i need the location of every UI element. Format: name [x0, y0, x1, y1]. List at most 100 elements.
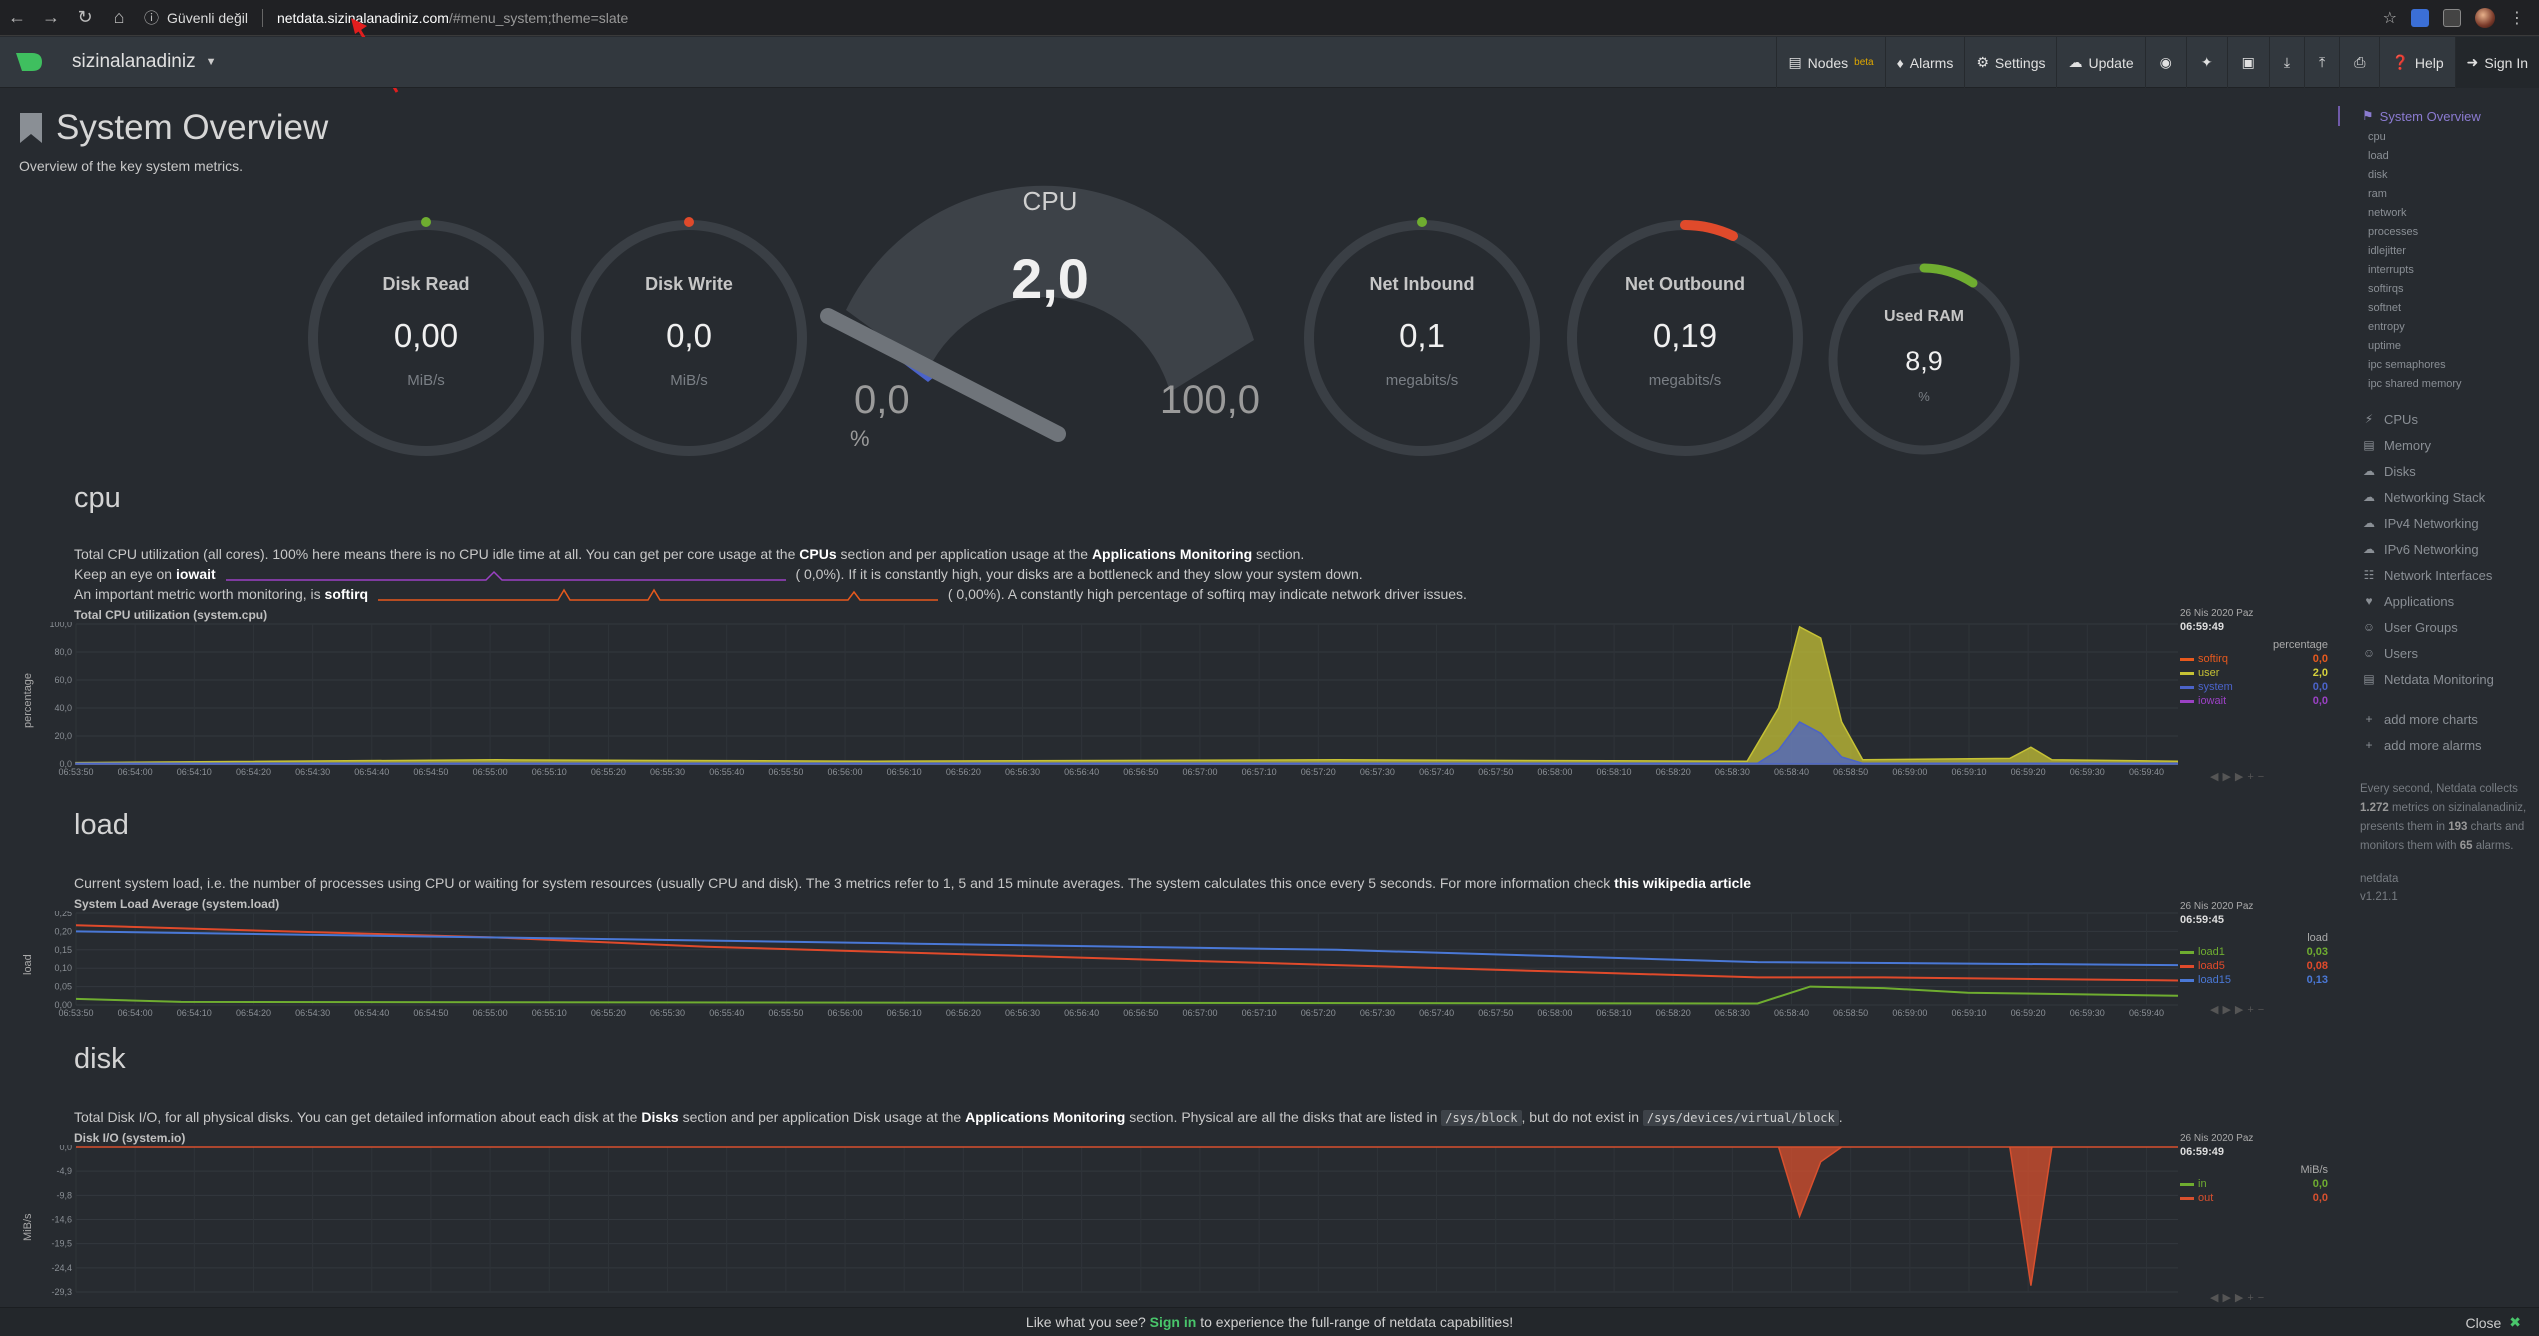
x-tick-label: 06:56:20 — [946, 767, 981, 777]
x-tick-label: 06:54:30 — [295, 1008, 330, 1018]
applications-link[interactable]: Applications Monitoring — [965, 1109, 1125, 1125]
download-button[interactable]: ⤓ — [2268, 37, 2304, 88]
back-icon[interactable]: ← — [0, 0, 34, 36]
legend-row-user[interactable]: user 2,0 — [2180, 667, 2330, 679]
menu-kebab-icon[interactable]: ⋮ — [2509, 8, 2525, 28]
banner-sign-in-link[interactable]: Sign in — [1150, 1314, 1197, 1330]
disk-read-label: Disk Read — [382, 274, 470, 294]
sidebar-section-networking-stack[interactable]: ☁ Networking Stack — [2338, 484, 2538, 510]
disk-chart-plot[interactable]: 0,0 -4,9 -9,8 -14,6 -19,5 -24,4 -29,3 — [18, 1145, 2178, 1305]
disk-read-value: 0,00 — [393, 317, 459, 354]
legend-row-out[interactable]: out 0,0 — [2180, 1192, 2330, 1204]
load-chart-plot[interactable]: 0,250,200,150,100,050,0006:53:50 06:54:00… — [18, 911, 2178, 1026]
sidebar-subitem-ipc-semaphores[interactable]: ipc semaphores — [2338, 356, 2538, 375]
x-tick-label: 06:56:50 — [1123, 767, 1158, 777]
add-more-charts[interactable]: + add more charts — [2338, 706, 2538, 732]
sidebar-section-memory[interactable]: ▤ Memory — [2338, 432, 2538, 458]
legend-row-softirq[interactable]: softirq 0,0 — [2180, 653, 2330, 665]
sign-in-button[interactable]: ➜ Sign In — [2454, 37, 2539, 88]
facebook-button[interactable]: ▣ — [2226, 37, 2269, 88]
info-icon[interactable]: ⓘ — [144, 7, 159, 28]
sidebar-section-label: CPUs — [2384, 411, 2418, 427]
load-desc-text: Current system load, i.e. the number of … — [74, 875, 1615, 891]
softirq-desc-text: An important metric worth monitoring, is — [74, 586, 325, 602]
legend-label: out — [2198, 1192, 2214, 1204]
twitter-button[interactable]: ✦ — [2185, 37, 2227, 88]
update-button[interactable]: ☁ Update — [2056, 37, 2144, 88]
legend-row-load5[interactable]: load5 0,08 — [2180, 960, 2330, 972]
sidebar-section-users[interactable]: ☺ Users — [2338, 640, 2538, 666]
section-icon: ▤ — [2363, 672, 2375, 686]
chart-controls[interactable]: ◀▶▶+− — [2210, 1003, 2268, 1016]
sidebar-subitem-uptime[interactable]: uptime — [2338, 337, 2538, 356]
translate-extension-icon[interactable] — [2411, 9, 2429, 27]
sidebar-subitem-cpu[interactable]: cpu — [2338, 128, 2538, 147]
series-out — [76, 1146, 2178, 1286]
sidebar-subitem-interrupts[interactable]: interrupts — [2338, 261, 2538, 280]
legend-row-in[interactable]: in 0,0 — [2180, 1178, 2330, 1190]
help-button[interactable]: ❓ Help — [2379, 37, 2454, 88]
banner-close-button[interactable]: Close ✖ — [2465, 1308, 2521, 1336]
sidebar-subitem-softirqs[interactable]: softirqs — [2338, 280, 2538, 299]
sidebar-subitem-load[interactable]: load — [2338, 147, 2538, 166]
wikipedia-link[interactable]: this wikipedia article — [1614, 875, 1751, 891]
sidebar-subitem-ipc-shared-memory[interactable]: ipc shared memory — [2338, 375, 2538, 394]
host-dropdown[interactable]: sizinalanadiniz ▼ — [72, 51, 216, 73]
chart-controls[interactable]: ◀▶▶+− — [2210, 1291, 2268, 1304]
legend-unit: MiB/s — [2300, 1164, 2329, 1176]
forward-icon[interactable]: → — [34, 0, 68, 36]
profile-avatar[interactable] — [2475, 8, 2495, 28]
x-tick-label: 06:54:50 — [413, 767, 448, 777]
media-extension-icon[interactable] — [2443, 9, 2461, 27]
legend-row-system[interactable]: system 0,0 — [2180, 681, 2330, 693]
x-tick-label: 06:59:00 — [1892, 1008, 1927, 1018]
home-icon[interactable]: ⌂ — [102, 0, 136, 36]
legend-row-iowait[interactable]: iowait 0,0 — [2180, 695, 2330, 707]
sidebar-section-label: Network Interfaces — [2384, 567, 2493, 583]
x-tick-label: 06:55:40 — [709, 767, 744, 777]
settings-button[interactable]: ⚙ Settings — [1964, 37, 2056, 88]
x-tick-label: 06:56:50 — [1123, 1008, 1158, 1018]
reload-icon[interactable]: ↻ — [68, 0, 102, 36]
disk-chart[interactable]: Disk I/O (system.io) MiB/s 0,0 -4,9 -9,8 -1… — [18, 1131, 2328, 1306]
sidebar-section-disks[interactable]: ☁ Disks — [2338, 458, 2538, 484]
github-button[interactable]: ◉ — [2144, 37, 2186, 88]
sidebar-section-ipv4-networking[interactable]: ☁ IPv4 Networking — [2338, 510, 2538, 536]
print-button[interactable]: ⎙ — [2339, 37, 2379, 88]
disks-link[interactable]: Disks — [641, 1109, 678, 1125]
y-tick-label: -19,5 — [51, 1239, 72, 1249]
sidebar-section-applications[interactable]: ♥ Applications — [2338, 588, 2538, 614]
netdata-logo[interactable] — [0, 37, 56, 88]
legend-row-load15[interactable]: load15 0,13 — [2180, 974, 2330, 986]
cpu-chart[interactable]: Total CPU utilization (system.cpu) perce… — [18, 608, 2328, 788]
sidebar-subitem-softnet[interactable]: softnet — [2338, 299, 2538, 318]
bookmark-star-icon[interactable]: ☆ — [2383, 8, 2397, 28]
chart-controls[interactable]: ◀▶▶+− — [2210, 770, 2268, 783]
sidebar-subitem-disk[interactable]: disk — [2338, 166, 2538, 185]
upload-button[interactable]: ⤒ — [2304, 37, 2339, 88]
sidebar-subitem-entropy[interactable]: entropy — [2338, 318, 2538, 337]
brand-name[interactable]: netdata — [2360, 870, 2528, 888]
disk-write-label: Disk Write — [645, 274, 733, 294]
sidebar-section-ipv6-networking[interactable]: ☁ IPv6 Networking — [2338, 536, 2538, 562]
question-icon: ❓ — [2391, 54, 2409, 70]
sidebar-section-cpus[interactable]: ⚡ CPUs — [2338, 406, 2538, 432]
sidebar-section-network-interfaces[interactable]: ☷ Network Interfaces — [2338, 562, 2538, 588]
sidebar-item-system-overview[interactable]: ⚑ System Overview — [2338, 104, 2538, 128]
nodes-button[interactable]: ▤ Nodes beta — [1776, 37, 1884, 88]
alarms-button[interactable]: ♦ Alarms — [1884, 37, 1965, 88]
sidebar-subitem-processes[interactable]: processes — [2338, 223, 2538, 242]
x-tick-label: 06:57:30 — [1360, 767, 1395, 777]
add-more-alarms[interactable]: + add more alarms — [2338, 732, 2538, 758]
sidebar-section-user-groups[interactable]: ☺ User Groups — [2338, 614, 2538, 640]
sidebar-section-netdata-monitoring[interactable]: ▤ Netdata Monitoring — [2338, 666, 2538, 692]
sidebar-subitem-idlejitter[interactable]: idlejitter — [2338, 242, 2538, 261]
load-chart[interactable]: System Load Average (system.load) load 0… — [18, 897, 2328, 1022]
series-load1 — [75, 985, 2178, 1005]
cpus-link[interactable]: CPUs — [799, 546, 836, 562]
sidebar-subitem-network[interactable]: network — [2338, 204, 2538, 223]
legend-row-load1[interactable]: load1 0,03 — [2180, 946, 2330, 958]
cpu-chart-plot[interactable]: 100,080,060,040,020,00,006:53:50 06:54:00… — [18, 622, 2178, 792]
applications-link[interactable]: Applications Monitoring — [1092, 546, 1252, 562]
sidebar-subitem-ram[interactable]: ram — [2338, 185, 2538, 204]
